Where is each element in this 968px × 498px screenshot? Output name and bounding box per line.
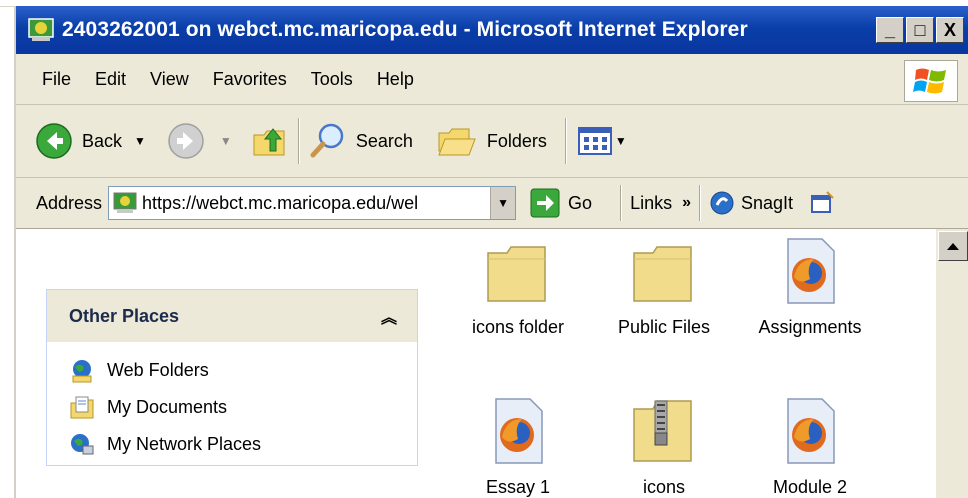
- sidebar-item-label: My Documents: [107, 397, 228, 417]
- ie-window: 2403262001 on webct.mc.maricopa.edu - Mi…: [14, 6, 968, 498]
- scroll-up-button[interactable]: [938, 231, 968, 261]
- file-item-assignments[interactable]: Assignments: [740, 237, 880, 338]
- search-button[interactable]: Search: [308, 121, 413, 161]
- sidebar-item-label: Web Folders: [107, 360, 209, 380]
- capture-window-icon: [811, 191, 834, 213]
- sidebar-item-network-places[interactable]: My Network Places: [69, 426, 417, 463]
- menu-view[interactable]: View: [150, 69, 189, 90]
- views-dropdown-icon[interactable]: ▼: [615, 134, 627, 148]
- file-item-icons-folder[interactable]: icons folder: [448, 243, 588, 338]
- minimize-button[interactable]: _: [876, 17, 904, 43]
- other-places-header[interactable]: Other Places ︽: [47, 290, 417, 342]
- go-button[interactable]: Go: [530, 188, 592, 218]
- panel-title: Other Places: [69, 305, 180, 326]
- maximize-icon: □: [914, 19, 926, 40]
- folders-icon: [438, 128, 476, 156]
- snagit-icon: [710, 191, 734, 215]
- up-folder-icon: [253, 128, 285, 156]
- firefox-document-icon: [495, 398, 543, 464]
- chevron-double-right-icon: »: [682, 194, 691, 211]
- menu-help[interactable]: Help: [377, 69, 414, 90]
- close-icon: X: [943, 19, 956, 40]
- address-value: https://webct.mc.maricopa.edu/wel: [142, 192, 419, 213]
- file-item-module-2[interactable]: Module 2: [740, 397, 880, 498]
- address-dropdown-button[interactable]: ▼: [490, 187, 516, 219]
- forward-dropdown-icon[interactable]: ▼: [220, 134, 232, 148]
- title-bar[interactable]: 2403262001 on webct.mc.maricopa.edu - Mi…: [16, 6, 968, 54]
- folders-label: Folders: [486, 130, 547, 151]
- file-item-public-files[interactable]: Public Files: [594, 243, 734, 338]
- firefox-document-icon: [787, 398, 835, 464]
- back-button[interactable]: Back ▼: [34, 121, 146, 161]
- zip-folder-icon: [633, 400, 692, 462]
- back-arrow-icon: [36, 123, 72, 159]
- forward-button[interactable]: ▼: [166, 121, 232, 161]
- forward-arrow-icon: [168, 123, 204, 159]
- snagit-capture-button[interactable]: [809, 190, 835, 216]
- search-label: Search: [355, 130, 413, 151]
- folder-content-view: Other Places ︽ Web Folders My Documents: [16, 229, 936, 498]
- go-arrow-icon: [530, 188, 560, 218]
- links-button[interactable]: Links »: [630, 193, 691, 214]
- close-button[interactable]: X: [936, 17, 964, 43]
- address-input[interactable]: https://webct.mc.maricopa.edu/wel ▼: [108, 186, 517, 220]
- file-label: icons folder: [471, 317, 565, 337]
- folder-icon: [487, 246, 546, 302]
- up-folder-button[interactable]: [250, 121, 290, 161]
- menu-tools[interactable]: Tools: [311, 69, 353, 90]
- maximize-button[interactable]: □: [906, 17, 934, 43]
- file-item-icons-zip[interactable]: icons: [594, 397, 734, 498]
- other-places-panel: Other Places ︽ Web Folders My Documents: [46, 289, 418, 466]
- snagit-button[interactable]: SnagIt: [709, 190, 793, 216]
- file-label: Essay 1: [485, 477, 551, 497]
- address-bar: Address https://webct.mc.maricopa.edu/we…: [16, 178, 968, 229]
- minimize-icon: _: [884, 19, 895, 40]
- my-documents-icon: [70, 396, 94, 418]
- views-icon: [577, 127, 612, 155]
- web-folders-icon: [72, 359, 92, 382]
- toolbar-separator: [297, 118, 300, 164]
- views-button[interactable]: ▼: [575, 123, 627, 159]
- toolbar-separator: [699, 185, 701, 221]
- menu-favorites[interactable]: Favorites: [213, 69, 287, 90]
- chevron-down-icon: ▼: [497, 196, 509, 210]
- toolbar-separator: [564, 118, 567, 164]
- network-places-icon: [71, 433, 94, 454]
- file-item-essay-1[interactable]: Essay 1: [448, 397, 588, 498]
- vertical-scrollbar[interactable]: [936, 229, 968, 498]
- go-label: Go: [568, 192, 593, 213]
- address-label: Address: [36, 192, 103, 213]
- windows-logo-icon: [904, 60, 958, 102]
- file-label: Module 2: [772, 477, 848, 497]
- menu-edit[interactable]: Edit: [95, 69, 126, 90]
- folders-button[interactable]: Folders: [435, 121, 547, 161]
- scroll-up-arrow-icon: [947, 243, 959, 250]
- file-label: Assignments: [758, 317, 862, 337]
- ie-page-icon: [113, 192, 137, 213]
- window-title: 2403262001 on webct.mc.maricopa.edu - Mi…: [62, 18, 748, 41]
- back-dropdown-icon[interactable]: ▼: [134, 134, 146, 148]
- sidebar-item-web-folders[interactable]: Web Folders: [69, 352, 417, 389]
- file-label: Public Files: [617, 317, 711, 337]
- firefox-document-icon: [787, 238, 835, 304]
- sidebar-item-label: My Network Places: [107, 434, 262, 454]
- menu-bar: File Edit View Favorites Tools Help: [16, 54, 968, 105]
- links-label: Links: [630, 192, 673, 213]
- collapse-chevron-icon[interactable]: ︽: [381, 304, 397, 328]
- snagit-label: SnagIt: [741, 192, 794, 213]
- back-label: Back: [82, 130, 123, 151]
- folder-icon: [633, 246, 692, 302]
- menu-file[interactable]: File: [42, 69, 71, 90]
- toolbar-separator: [620, 185, 623, 221]
- sidebar-item-my-documents[interactable]: My Documents: [69, 389, 417, 426]
- file-label: icons: [642, 477, 686, 497]
- standard-toolbar: Back ▼ ▼ Search Folders ▼: [16, 105, 968, 178]
- search-icon: [310, 123, 344, 158]
- ie-page-icon: [28, 18, 54, 41]
